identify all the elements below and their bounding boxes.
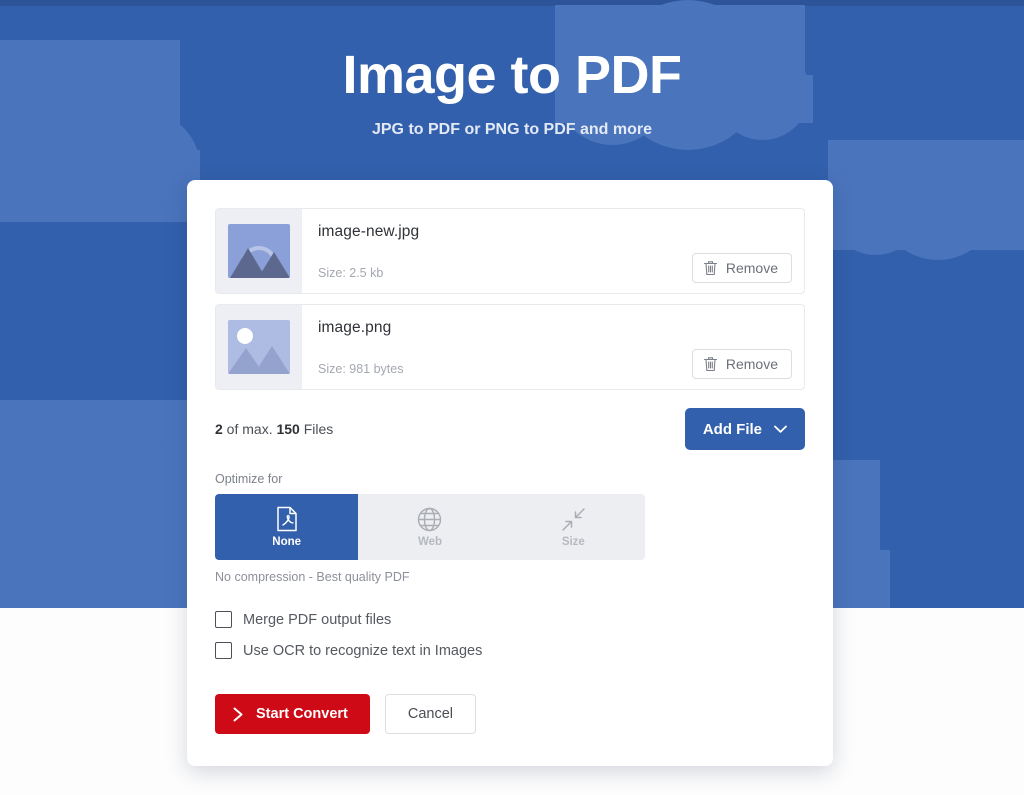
- use-ocr-checkbox-row[interactable]: Use OCR to recognize text in Images: [215, 635, 805, 666]
- file-list-item[interactable]: image.png Size: 981 bytes Remove: [215, 304, 805, 390]
- merge-pdf-checkbox[interactable]: [215, 611, 232, 628]
- optimize-option-none[interactable]: None: [215, 494, 359, 560]
- use-ocr-label: Use OCR to recognize text in Images: [243, 642, 483, 659]
- file-size: Size: 981 bytes: [318, 362, 404, 376]
- file-counter-current: 2: [215, 421, 223, 437]
- merge-pdf-checkbox-row[interactable]: Merge PDF output files: [215, 604, 805, 635]
- use-ocr-checkbox[interactable]: [215, 642, 232, 659]
- remove-file-button[interactable]: Remove: [691, 349, 792, 379]
- image-thumbnail-icon: [228, 224, 290, 278]
- file-counter: 2 of max. 150 Files: [215, 421, 333, 437]
- converter-card: image-new.jpg Size: 2.5 kb Remove image.…: [187, 180, 833, 766]
- top-strip: [0, 0, 1024, 6]
- remove-file-button[interactable]: Remove: [691, 253, 792, 283]
- file-name: image-new.jpg: [318, 223, 420, 240]
- file-row-body: image-new.jpg Size: 2.5 kb Remove: [302, 209, 804, 293]
- add-file-button[interactable]: Add File: [684, 408, 805, 450]
- file-row-body: image.png Size: 981 bytes Remove: [302, 305, 804, 389]
- trash-icon: [703, 261, 717, 276]
- page-subtitle: JPG to PDF or PNG to PDF and more: [371, 121, 653, 138]
- image-thumbnail-icon: [228, 320, 290, 374]
- page-title: Image to PDF: [342, 45, 682, 105]
- add-file-label: Add File: [702, 420, 762, 438]
- optimize-segmented-control[interactable]: None Web Size: [215, 494, 645, 560]
- optimize-option-web[interactable]: Web: [358, 494, 502, 560]
- file-size: Size: 2.5 kb: [318, 266, 384, 280]
- chevron-down-icon: [774, 425, 787, 433]
- cloud-decoration-right: [828, 140, 1024, 260]
- file-list-item[interactable]: image-new.jpg Size: 2.5 kb Remove: [215, 208, 805, 294]
- file-counter-row: 2 of max. 150 Files Add File: [215, 406, 805, 452]
- file-name: image.png: [318, 319, 392, 336]
- file-thumbnail-wrap: [216, 209, 302, 293]
- file-counter-middle: of max.: [222, 421, 277, 437]
- file-thumbnail-wrap: [216, 305, 302, 389]
- mountain-arc-icon: [230, 246, 290, 278]
- page-root: Image to PDF JPG to PDF or PNG to PDF an…: [0, 0, 1024, 795]
- merge-pdf-label: Merge PDF output files: [243, 611, 392, 628]
- action-buttons: Start Convert Cancel: [215, 694, 805, 734]
- file-counter-max: 150: [276, 421, 300, 437]
- chevron-right-icon: [233, 707, 243, 721]
- remove-file-label: Remove: [725, 356, 778, 372]
- file-counter-suffix: Files: [299, 421, 334, 437]
- optimize-hint: No compression - Best quality PDF: [215, 570, 410, 584]
- optimize-option-size[interactable]: Size: [501, 494, 645, 560]
- start-convert-label: Start Convert: [256, 706, 348, 722]
- optimize-option-none-label: None: [272, 536, 302, 548]
- trash-icon: [703, 357, 717, 372]
- optimize-option-size-label: Size: [561, 535, 585, 548]
- cloud-decoration-bottom-left: [0, 400, 220, 608]
- mountain-sun-icon: [228, 328, 290, 374]
- cancel-label: Cancel: [407, 706, 453, 722]
- pdf-file-icon: [276, 506, 297, 532]
- compress-arrows-icon: [562, 507, 585, 531]
- remove-file-label: Remove: [725, 260, 778, 276]
- optimize-label: Optimize for: [215, 472, 283, 486]
- cancel-button[interactable]: Cancel: [384, 694, 476, 734]
- options-checkbox-group: Merge PDF output files Use OCR to recogn…: [215, 604, 805, 666]
- optimize-option-web-label: Web: [417, 535, 443, 548]
- globe-icon: [418, 507, 442, 531]
- start-convert-button[interactable]: Start Convert: [215, 694, 370, 734]
